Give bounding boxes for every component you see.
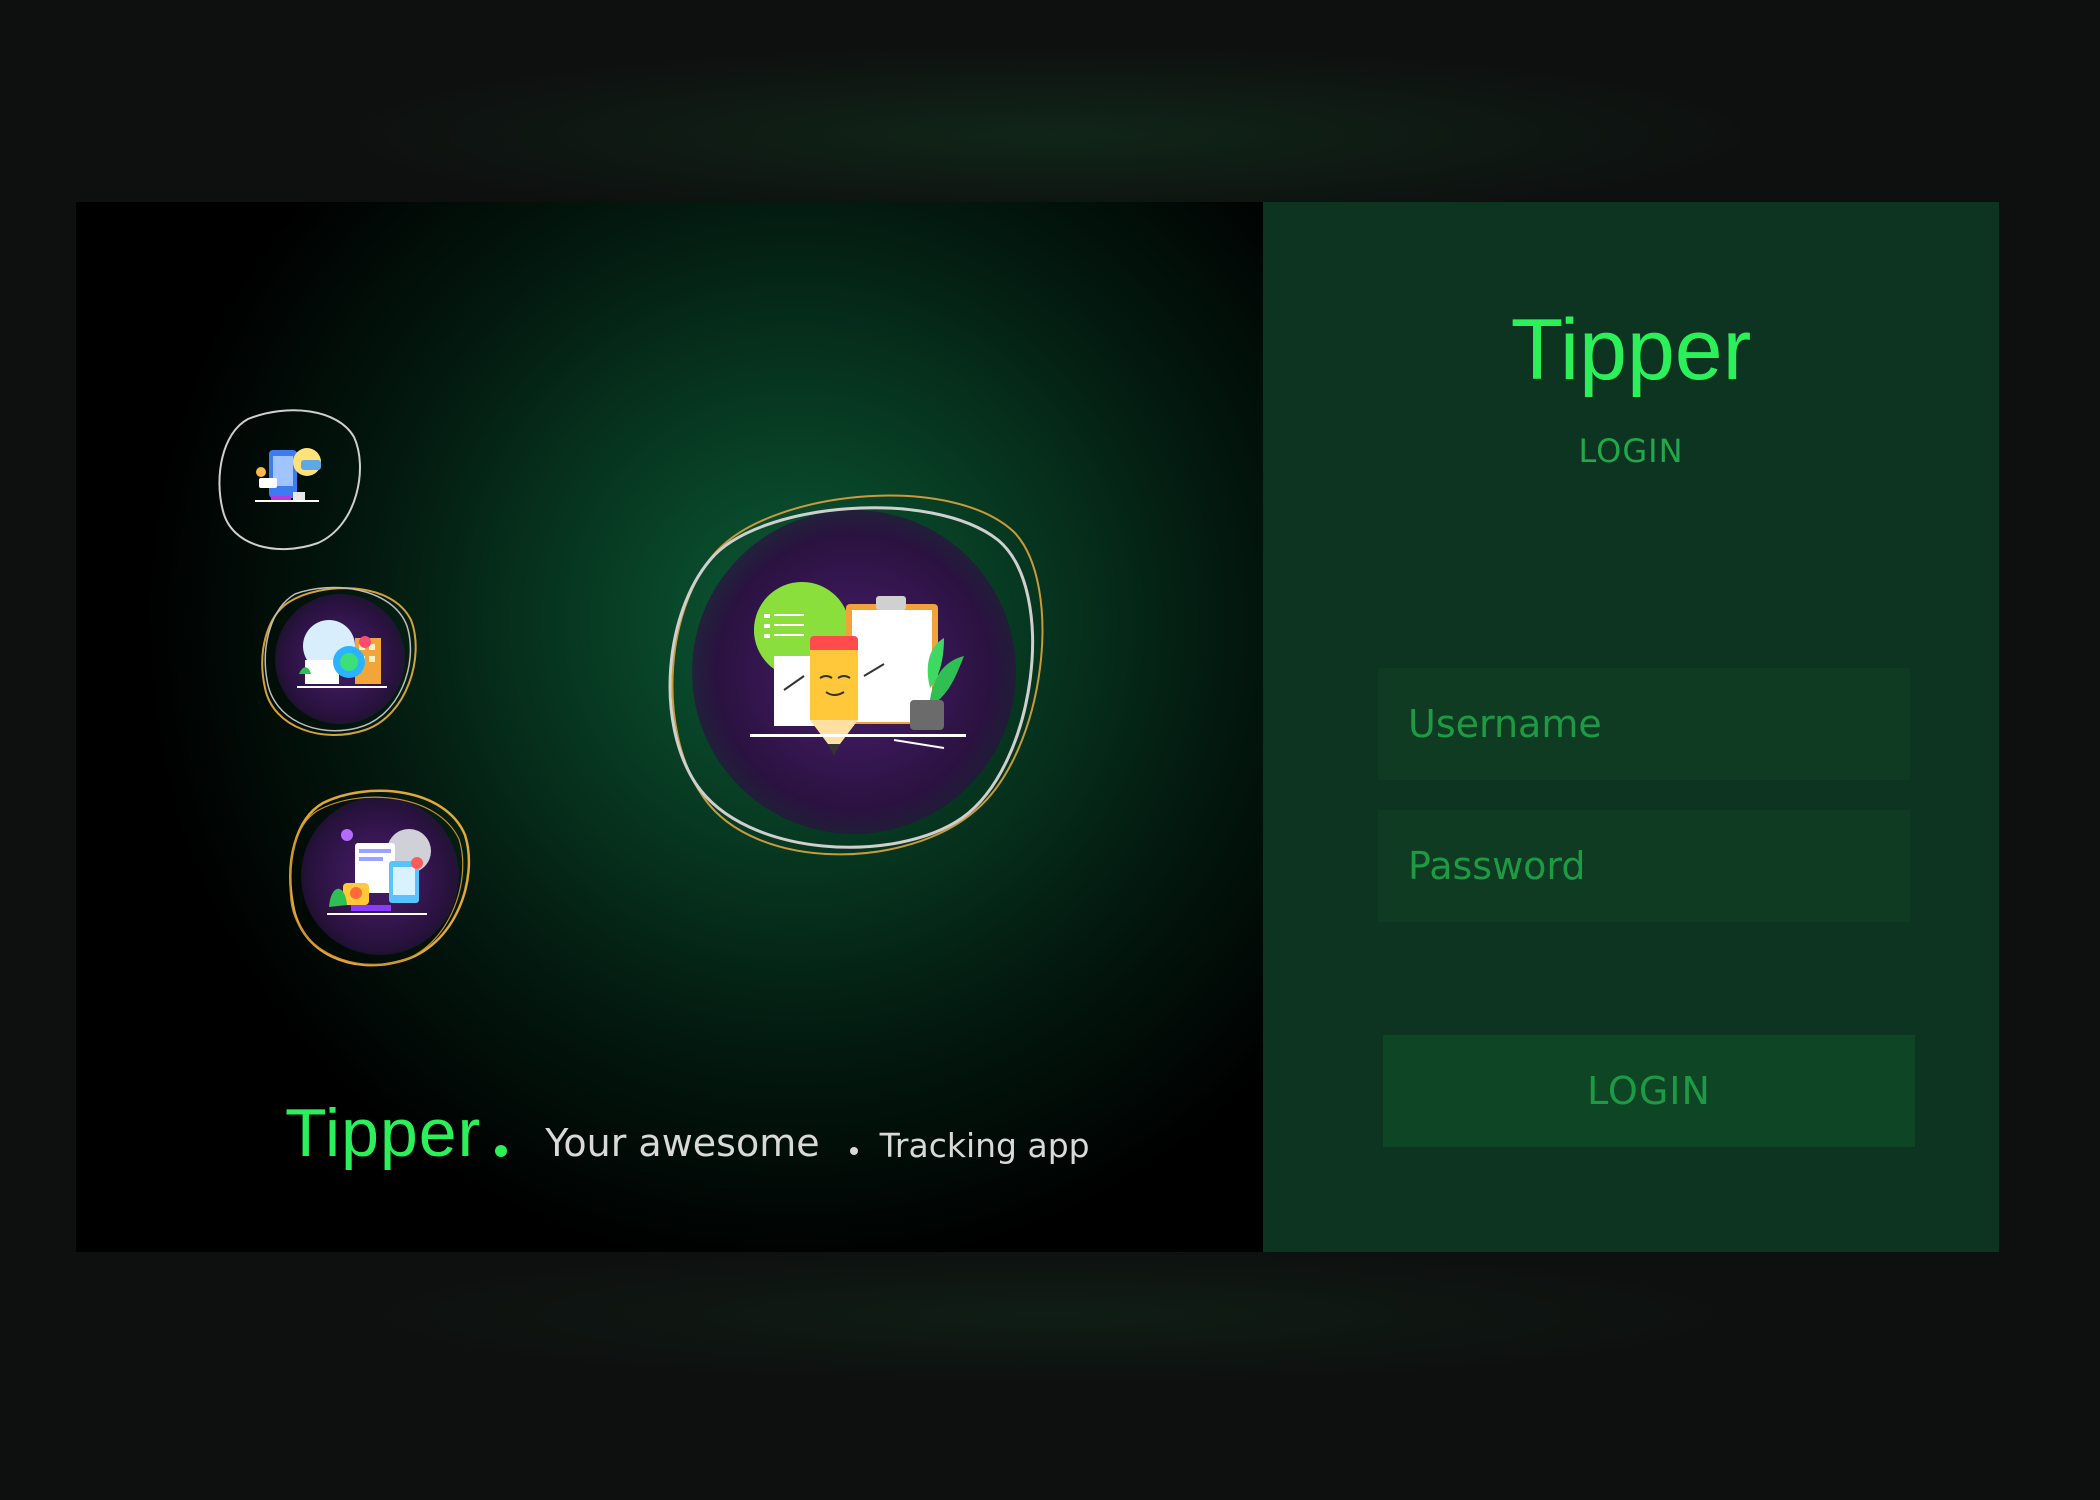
- tagline-separator: [849, 1147, 858, 1155]
- login-logo: Tipper: [1510, 302, 1752, 398]
- background-glow-bottom: [300, 1240, 1800, 1390]
- mobile-chat-illustration-icon: [255, 448, 321, 502]
- illustration-bubble-2[interactable]: [261, 580, 419, 738]
- illustration-bubble-featured[interactable]: [662, 480, 1046, 864]
- showcase-panel: Tipper Your awesome Tracking app: [76, 202, 1263, 1252]
- brand-tagline: Tipper Your awesome Tracking app: [285, 1087, 1185, 1167]
- brand-wordmark: Tipper: [285, 1095, 482, 1171]
- username-input[interactable]: [1378, 668, 1910, 780]
- password-input[interactable]: [1378, 810, 1910, 922]
- illustration-bubble-1[interactable]: [218, 407, 364, 553]
- tagline-part-1: Your awesome: [545, 1121, 820, 1165]
- illustration-bubble-3[interactable]: [287, 783, 473, 969]
- login-button[interactable]: LOGIN: [1383, 1035, 1915, 1147]
- tagline-part-2: Tracking app: [879, 1126, 1090, 1165]
- login-heading: LOGIN: [1578, 432, 1684, 470]
- pencil-notes-illustration-icon: [750, 582, 966, 756]
- devices-feedback-illustration-icon: [327, 829, 431, 915]
- brand-dot: [495, 1145, 508, 1157]
- login-panel: Tipper LOGIN LOGIN: [1263, 202, 1999, 1252]
- location-map-illustration-icon: [297, 620, 387, 688]
